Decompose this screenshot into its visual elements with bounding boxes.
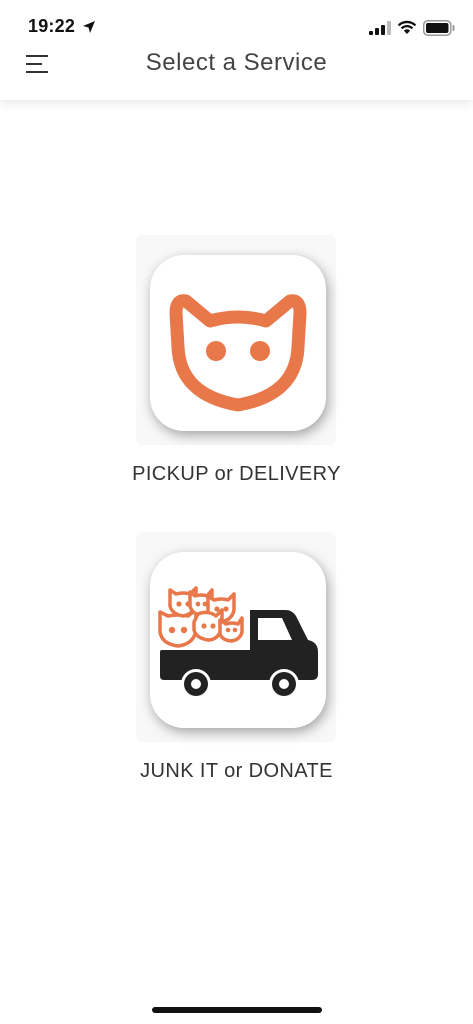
service-pickup-delivery[interactable]: PICKUP or DELIVERY (0, 235, 473, 495)
service-tile[interactable] (150, 255, 326, 431)
service-junk-donate[interactable]: JUNK IT or DONATE (0, 532, 473, 792)
page-title: Select a Service (145, 49, 328, 76)
status-time: 19:22 (28, 16, 76, 36)
truck-with-cats-icon (158, 586, 318, 699)
status-bar: 19:22 (0, 0, 473, 44)
screen: 19:22 Select a Service PICKUP or DELIVER… (0, 0, 473, 1024)
cat-face-icon (169, 294, 307, 412)
service-tile-backdrop (136, 532, 336, 742)
service-tile[interactable] (150, 552, 326, 728)
service-label: PICKUP or DELIVERY (132, 463, 341, 485)
nav-header: 19:22 Select a Service (0, 0, 473, 100)
home-indicator[interactable] (152, 1007, 322, 1013)
battery-icon (423, 20, 455, 36)
wifi-icon (397, 20, 417, 34)
location-arrow-icon (83, 21, 95, 33)
service-label: JUNK IT or DONATE (140, 760, 333, 782)
service-tile-backdrop (136, 235, 336, 445)
cellular-signal-icon (369, 21, 391, 35)
